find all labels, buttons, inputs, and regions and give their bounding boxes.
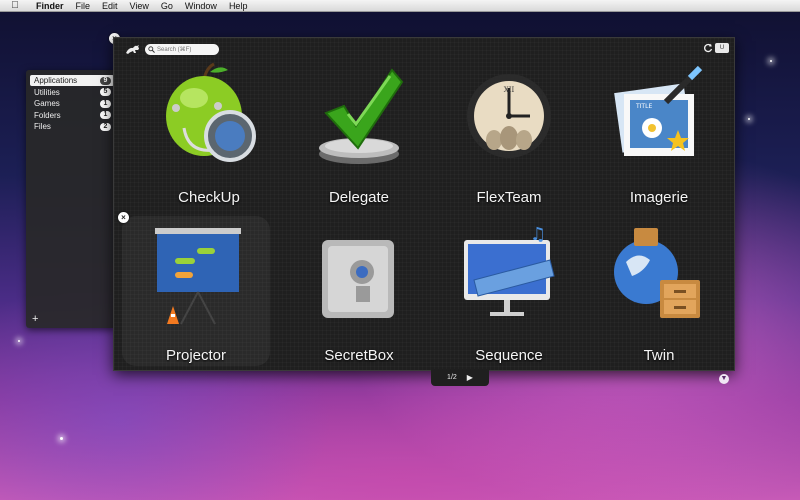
view-options-button[interactable]: U xyxy=(715,43,729,53)
sidebar-item-label: Files xyxy=(34,122,51,131)
search-icon xyxy=(148,46,155,53)
add-category-button[interactable]: + xyxy=(32,313,38,325)
menu-view[interactable]: View xyxy=(124,1,155,11)
app-label: SecretBox xyxy=(324,347,394,364)
app-tile-twin[interactable]: Twin xyxy=(584,216,734,366)
page-indicator: 1/2 ▶ xyxy=(431,369,489,386)
menu-window[interactable]: Window xyxy=(179,1,223,11)
apple-menu-icon[interactable]:  xyxy=(0,0,30,11)
green-checkmark-icon xyxy=(319,68,404,164)
app-label: FlexTeam xyxy=(476,189,542,206)
menu-bar:  Finder File Edit View Go Window Help xyxy=(0,0,800,12)
kangaroo-logo-icon xyxy=(126,45,139,54)
clock-team-icon: XII xyxy=(467,74,551,158)
app-tile-imagerie[interactable]: TITLE Imagerie xyxy=(584,58,734,208)
star xyxy=(748,118,750,120)
app-tile-projector[interactable]: Projector xyxy=(122,216,270,366)
page-number: 1/2 xyxy=(447,374,457,381)
count-badge: 1 xyxy=(100,99,111,108)
search-input[interactable] xyxy=(155,44,217,55)
globe-drawers-icon xyxy=(614,228,700,318)
menu-go[interactable]: Go xyxy=(155,1,179,11)
next-page-button[interactable]: ▶ xyxy=(467,373,473,382)
sidebar-item-folders[interactable]: Folders 1 xyxy=(30,110,114,121)
app-tile-checkup[interactable]: CheckUp xyxy=(134,58,284,208)
category-sidebar: Applications 9 Utilities 5 Games 1 Folde… xyxy=(26,70,116,328)
sidebar-item-label: Games xyxy=(34,99,60,108)
sidebar-item-files[interactable]: Files 2 xyxy=(30,121,114,132)
app-tile-flexteam[interactable]: XII FlexTeam xyxy=(434,58,584,208)
app-label: Imagerie xyxy=(629,189,689,206)
menu-edit[interactable]: Edit xyxy=(96,1,124,11)
count-badge: 1 xyxy=(100,111,111,119)
star xyxy=(18,340,20,342)
monitor-filmstrip-icon: ♫ xyxy=(464,224,555,316)
apple-stethoscope-icon xyxy=(166,62,256,162)
svg-text:XII: XII xyxy=(504,86,515,94)
menu-help[interactable]: Help xyxy=(223,1,254,11)
app-label: Delegate xyxy=(328,189,390,206)
safe-icon xyxy=(322,240,394,318)
count-badge: 2 xyxy=(100,122,111,131)
search-field[interactable] xyxy=(145,44,219,55)
chevron-down-icon[interactable]: ▼ xyxy=(719,374,729,384)
menu-file[interactable]: File xyxy=(70,1,97,11)
refresh-icon[interactable] xyxy=(703,43,713,53)
sidebar-item-games[interactable]: Games 1 xyxy=(30,98,114,109)
svg-text:TITLE: TITLE xyxy=(635,103,652,110)
category-list: Applications 9 Utilities 5 Games 1 Folde… xyxy=(30,75,114,133)
sidebar-item-label: Applications xyxy=(34,76,78,85)
app-tile-delegate[interactable]: Delegate xyxy=(284,58,434,208)
count-badge: 5 xyxy=(100,88,111,96)
app-label: CheckUp xyxy=(178,189,240,206)
launcher-panel: U CheckUp xyxy=(113,37,735,371)
app-grid: CheckUp Delegate XII FlexTeam TITLE Imag… xyxy=(114,56,736,372)
svg-text:♫: ♫ xyxy=(530,224,546,245)
star xyxy=(770,60,772,62)
app-tile-sequence[interactable]: ♫ Sequence xyxy=(434,216,584,366)
sidebar-item-applications[interactable]: Applications 9 xyxy=(30,75,114,86)
photos-wand-icon: TITLE xyxy=(614,65,703,156)
app-label: Sequence xyxy=(475,347,543,364)
star xyxy=(60,437,63,440)
app-tile-secretbox[interactable]: SecretBox xyxy=(284,216,434,366)
app-label: Twin xyxy=(643,347,675,364)
menu-finder[interactable]: Finder xyxy=(30,1,70,11)
close-icon[interactable]: × xyxy=(118,212,129,223)
count-badge: 9 xyxy=(100,76,111,85)
sidebar-item-utilities[interactable]: Utilities 5 xyxy=(30,87,114,98)
sidebar-item-label: Utilities xyxy=(34,87,60,97)
sidebar-item-label: Folders xyxy=(34,110,61,120)
presentation-screen-icon xyxy=(155,228,241,325)
app-label: Projector xyxy=(165,347,227,364)
